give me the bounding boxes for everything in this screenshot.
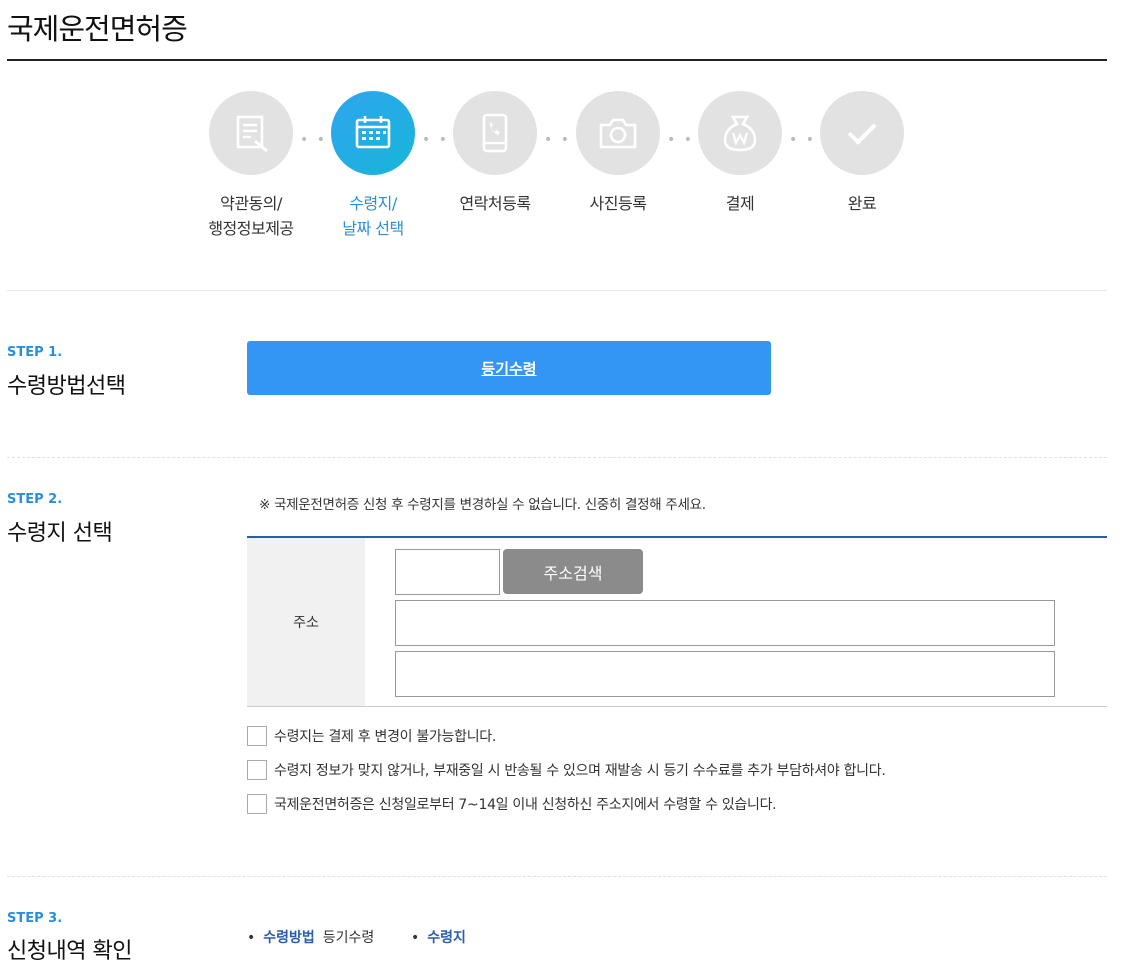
check-icon (820, 91, 904, 175)
step-label: 약관동의/ 행정정보제공 (208, 194, 294, 238)
step-label: 수령지/ 날짜 선택 (342, 194, 404, 238)
step-payment: 결제 (670, 91, 810, 216)
step3-title: 신청내역 확인 (7, 939, 132, 964)
notice-text: ※ 국제운전면허증 신청 후 수령지를 변경하실 수 없습니다. 신중히 결정해… (259, 497, 706, 513)
step-label: 완료 (847, 194, 877, 213)
title-divider (7, 59, 1107, 61)
step-label: 결제 (725, 194, 755, 213)
step-photo: 사진등록 (548, 91, 688, 216)
address-search-button[interactable]: 주소검색 (503, 549, 643, 594)
agree-check-row: 국제운전면허증은 신청일로부터 7~14일 이내 신청하신 주소지에서 수령할 … (247, 794, 777, 814)
summary-method-key: 수령방법 (263, 930, 315, 946)
address-label: 주소 (247, 538, 365, 706)
step-address-date: 수령지/ 날짜 선택 (303, 91, 443, 241)
agree-check-label: 수령지는 결제 후 변경이 불가능합니다. (274, 729, 497, 745)
money-bag-icon (698, 91, 782, 175)
registered-mail-button[interactable]: 등기수령 (247, 341, 771, 395)
summary-place-key: 수령지 (427, 930, 466, 946)
section-divider (7, 457, 1107, 458)
summary-method: • 수령방법 등기수령 (247, 927, 374, 947)
section-divider (7, 876, 1107, 877)
calendar-icon (331, 91, 415, 175)
agree-checkbox[interactable] (247, 726, 267, 746)
step-contact: 연락처등록 (425, 91, 565, 216)
bullet: • (247, 930, 256, 946)
agree-check-label: 국제운전면허증은 신청일로부터 7~14일 이내 신청하신 주소지에서 수령할 … (274, 797, 777, 813)
document-pen-icon (209, 91, 293, 175)
agree-check-label: 수령지 정보가 맞지 않거나, 부재중일 시 반송될 수 있으며 재발송 시 등… (274, 763, 886, 779)
section-divider (7, 290, 1107, 291)
agree-checkbox[interactable] (247, 794, 267, 814)
postcode-input[interactable] (395, 549, 500, 595)
step1-title: 수령방법선택 (7, 374, 126, 399)
summary-method-value: 등기수령 (322, 930, 375, 946)
step3-number: STEP 3. (7, 911, 63, 926)
phone-icon (453, 91, 537, 175)
summary-place: • 수령지 (411, 927, 474, 947)
address-line1-input[interactable] (395, 600, 1055, 646)
address-form: 주소 주소검색 (247, 536, 1107, 707)
agree-check-row: 수령지 정보가 맞지 않거나, 부재중일 시 반송될 수 있으며 재발송 시 등… (247, 760, 886, 780)
step-terms: 약관동의/ 행정정보제공 (181, 91, 321, 241)
step2-title: 수령지 선택 (7, 521, 113, 546)
bullet: • (411, 930, 420, 946)
agree-checkbox[interactable] (247, 760, 267, 780)
step-label: 연락처등록 (459, 194, 531, 213)
step-complete: 완료 (792, 91, 932, 216)
address-line2-input[interactable] (395, 651, 1055, 697)
step-label: 사진등록 (589, 194, 647, 213)
step2-number: STEP 2. (7, 492, 63, 507)
page-title: 국제운전면허증 (7, 12, 188, 46)
agree-check-row: 수령지는 결제 후 변경이 불가능합니다. (247, 726, 496, 746)
camera-icon (576, 91, 660, 175)
step1-number: STEP 1. (7, 345, 63, 360)
